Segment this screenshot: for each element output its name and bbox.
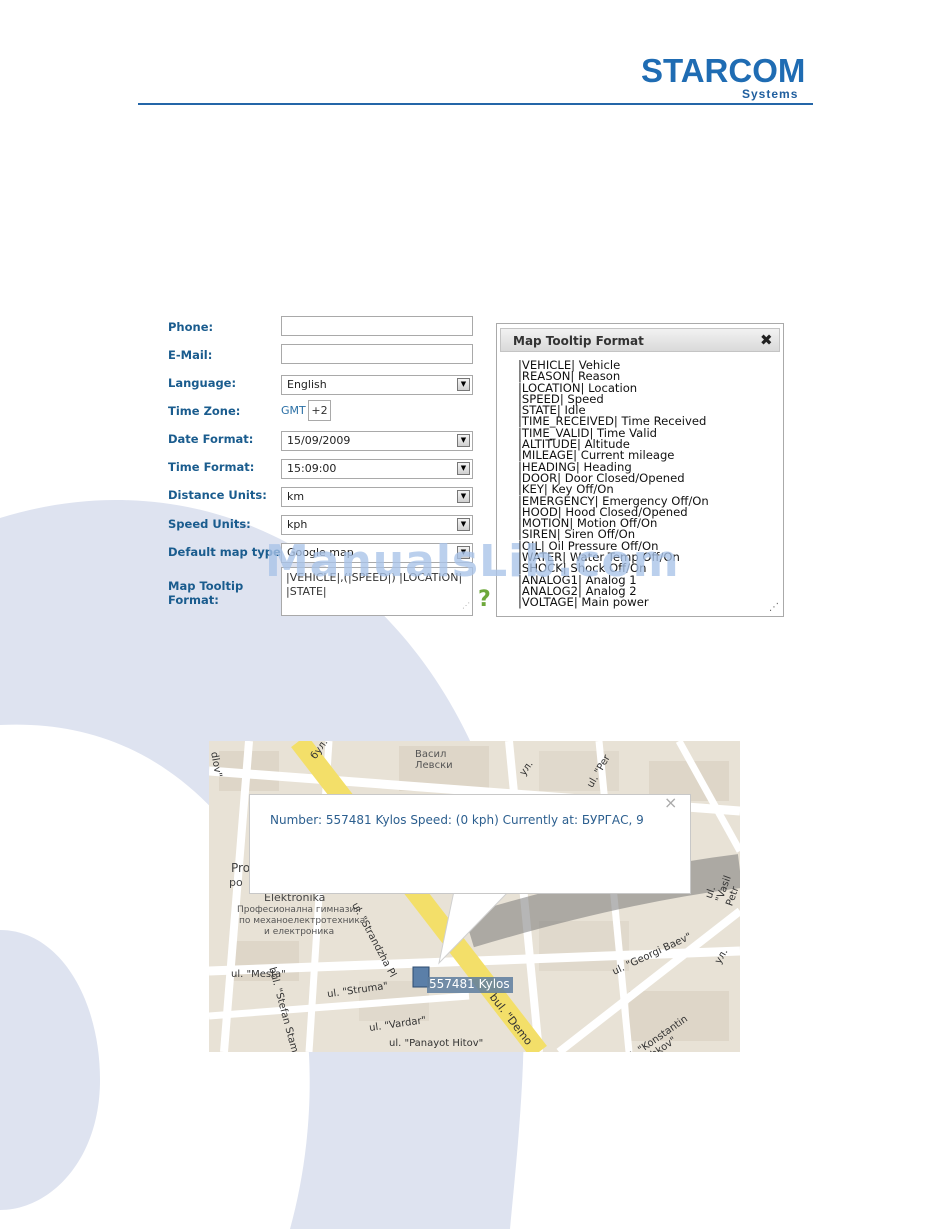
email-field[interactable] — [281, 344, 473, 364]
speed-units-label: Speed Units: — [168, 517, 251, 531]
resize-grip-icon[interactable]: ⋰ — [462, 599, 470, 613]
language-label: Language: — [168, 376, 237, 390]
distance-units-label: Distance Units: — [168, 488, 267, 502]
map-info-bubble: Number: 557481 Kylos Speed: (0 kph) Curr… — [249, 793, 691, 894]
timezone-field[interactable]: +2 — [308, 400, 331, 421]
distance-units-select[interactable]: km ▼ — [281, 487, 473, 507]
date-format-select[interactable]: 15/09/2009 ▼ — [281, 431, 473, 451]
time-format-value: 15:09:00 — [287, 462, 337, 475]
street-label: по механоелектротехника — [239, 916, 366, 926]
street-label: ul. "Panayot Hitov" — [389, 1038, 484, 1049]
chevron-down-icon[interactable]: ▼ — [457, 462, 470, 475]
speed-units-select[interactable]: kph ▼ — [281, 515, 473, 535]
timezone-prefix: GMT — [281, 404, 306, 417]
starcom-logo: STARCOM — [641, 52, 806, 89]
starcom-logo-sub: Systems — [742, 87, 799, 101]
header-divider — [138, 103, 813, 105]
tooltip-format-label-line2: Format: — [168, 593, 219, 607]
tooltip-format-label-line1: Map Tooltip — [168, 579, 244, 593]
resize-grip-icon[interactable]: ⋰ — [769, 602, 779, 613]
email-label: E-Mail: — [168, 348, 213, 362]
chevron-down-icon[interactable]: ▼ — [457, 518, 470, 531]
time-format-select[interactable]: 15:09:00 ▼ — [281, 459, 473, 479]
language-value: English — [287, 378, 327, 391]
language-select[interactable]: English ▼ — [281, 375, 473, 395]
help-icon[interactable]: ? — [478, 588, 491, 612]
info-bubble-text: Number: 557481 Kylos Speed: (0 kph) Curr… — [270, 813, 644, 827]
chevron-down-icon[interactable]: ▼ — [457, 378, 470, 391]
date-format-label: Date Format: — [168, 432, 254, 446]
vehicle-marker-label[interactable]: 557481 Kylos — [429, 977, 510, 991]
map-view[interactable]: бул. "Дем Васил Левски ул. ul. "Per ul. … — [209, 741, 740, 1052]
street-label: Левски — [415, 760, 453, 771]
tooltip-format-line2: |STATE| — [286, 585, 327, 598]
street-label: и електроника — [264, 927, 335, 937]
distance-units-value: km — [287, 490, 305, 503]
tooltip-format-label: Map Tooltip Format: — [168, 579, 243, 607]
list-item: |VOLTAGE| Main power — [518, 595, 649, 610]
panel-title: Map Tooltip Format — [513, 334, 644, 348]
street-label: po — [229, 876, 243, 889]
time-format-label: Time Format: — [168, 460, 255, 474]
close-icon[interactable]: ✖ — [760, 331, 773, 349]
date-format-value: 15/09/2009 — [287, 434, 351, 447]
street-label: Професионална гимназия — [237, 905, 361, 915]
speed-units-value: kph — [287, 518, 308, 531]
chevron-down-icon[interactable]: ▼ — [457, 434, 470, 447]
timezone-label: Time Zone: — [168, 404, 241, 418]
phone-field[interactable] — [281, 316, 473, 336]
street-label: Васил — [415, 749, 447, 760]
chevron-down-icon[interactable]: ▼ — [457, 490, 470, 503]
phone-label: Phone: — [168, 320, 214, 334]
close-icon[interactable]: × — [664, 793, 677, 812]
watermark: ManualsLib.com — [265, 536, 680, 587]
